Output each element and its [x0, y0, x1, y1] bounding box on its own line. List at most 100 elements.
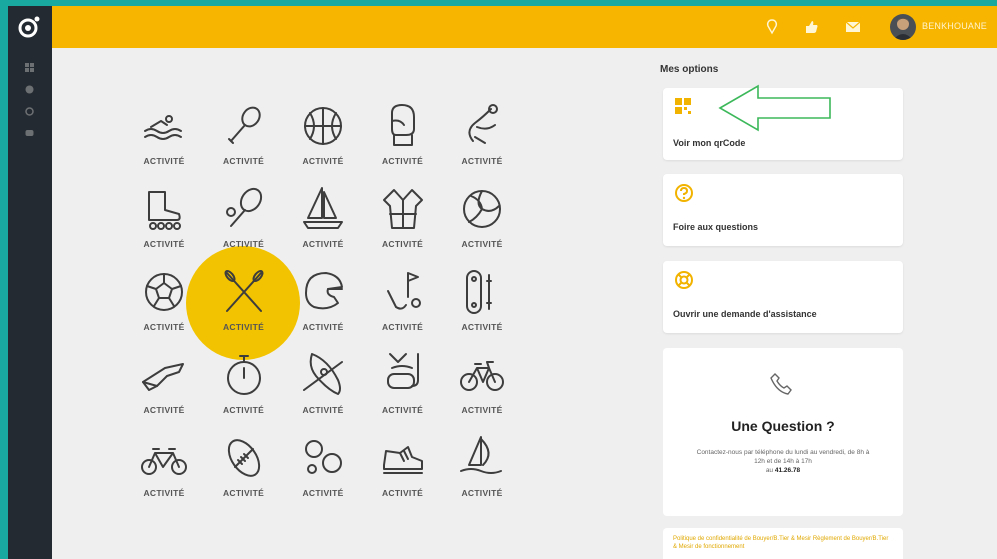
activity-label: ACTIVITÉ: [381, 488, 424, 498]
activity-tile[interactable]: ACTIVITÉ: [444, 350, 520, 428]
judo-icon: [382, 189, 423, 229]
activity-tile[interactable]: ACTIVITÉ: [126, 350, 202, 428]
activity-label: ACTIVITÉ: [381, 322, 424, 332]
activity-tile[interactable]: ACTIVITÉ: [285, 184, 361, 262]
activity-label: ACTIVITÉ: [381, 405, 424, 415]
activity-label: ACTIVITÉ: [461, 156, 503, 166]
qrcode-label: Voir mon qrCode: [673, 138, 746, 148]
activity-label: ACTIVITÉ: [143, 156, 185, 166]
question-text: Contactez-nous par téléphone du lundi au…: [693, 448, 873, 475]
question-icon: [675, 184, 693, 202]
activity-label: ACTIVITÉ: [222, 488, 265, 498]
question-card: Une Question ? Contactez-nous par téléph…: [663, 348, 903, 516]
soccer-ball-icon: [145, 273, 183, 311]
tennis-icon: [225, 187, 262, 227]
question-hours: Contactez-nous par téléphone du lundi au…: [696, 449, 870, 465]
activity-tile[interactable]: ACTIVITÉ: [365, 184, 441, 262]
bicycle-icon: [460, 361, 504, 391]
thumbs-up-icon[interactable]: [803, 18, 821, 36]
top-bar: BENKHOUANE: [52, 6, 997, 48]
activity-label: ACTIVITÉ: [302, 239, 344, 249]
activity-tile[interactable]: ACTIVITÉ: [365, 350, 441, 428]
assistance-icon: [675, 271, 693, 289]
activity-label: ACTIVITÉ: [143, 239, 185, 249]
climbing-icon: [468, 104, 498, 144]
golf-icon: [386, 272, 421, 310]
activity-label: ACTIVITÉ: [143, 322, 185, 332]
activity-label: ACTIVITÉ: [302, 156, 344, 166]
activity-label: ACTIVITÉ: [222, 322, 265, 332]
mail-icon[interactable]: [844, 18, 862, 36]
policy-card[interactable]: Politique de confidentialité de Bouyer/B…: [663, 528, 903, 559]
activity-tile[interactable]: ACTIVITÉ: [206, 267, 282, 345]
canoe-paddles-icon: [224, 270, 263, 312]
boxing-glove-icon: [390, 104, 415, 146]
activity-label: ACTIVITÉ: [143, 488, 185, 498]
activity-label: ACTIVITÉ: [222, 156, 265, 166]
activity-tile[interactable]: ACTIVITÉ: [365, 433, 441, 511]
activity-tile[interactable]: ACTIVITÉ: [285, 350, 361, 428]
sidebar: [8, 6, 52, 559]
phone-number[interactable]: 41.26.78: [775, 467, 800, 474]
faq-label: Foire aux questions: [673, 222, 759, 232]
activity-tile[interactable]: ACTIVITÉ: [444, 184, 520, 262]
activity-tile[interactable]: ACTIVITÉ: [126, 267, 202, 345]
activity-label: ACTIVITÉ: [302, 405, 344, 415]
activity-tile[interactable]: ACTIVITÉ: [206, 184, 282, 262]
activity-tile[interactable]: ACTIVITÉ: [444, 433, 520, 511]
app-frame: BENKHOUANE ACTIVITÉ ACTIVITÉ ACTIVITÉ ACTIV…: [8, 6, 997, 559]
activity-label: ACTIVITÉ: [302, 322, 344, 332]
activity-label: ACTIVITÉ: [461, 322, 503, 332]
sneaker-icon: [382, 446, 423, 474]
activity-label: ACTIVITÉ: [381, 239, 424, 249]
activity-label: ACTIVITÉ: [222, 239, 265, 249]
assistance-card[interactable]: Ouvrir une demande d'assistance: [663, 261, 903, 333]
activity-tile[interactable]: ACTIVITÉ: [206, 101, 282, 179]
rugby-ball-icon: [227, 439, 260, 477]
kayak-icon: [303, 353, 343, 395]
volleyball-icon: [463, 190, 501, 228]
roller-skate-icon: [148, 191, 181, 230]
policy-link[interactable]: Politique de confidentialité de Bouyer/B…: [673, 536, 888, 550]
activity-grid: ACTIVITÉ ACTIVITÉ ACTIVITÉ ACTIVITÉ ACTIVITÉ…: [126, 101, 526, 511]
tandem-bike-icon: [141, 448, 187, 475]
location-pin-icon[interactable]: [763, 18, 781, 36]
activity-tile[interactable]: ACTIVITÉ: [285, 267, 361, 345]
activity-tile[interactable]: ACTIVITÉ: [206, 433, 282, 511]
swimming-icon: [144, 115, 182, 140]
faq-card[interactable]: Foire aux questions: [663, 174, 903, 246]
petanque-icon: [305, 440, 342, 474]
activity-label: ACTIVITÉ: [461, 239, 503, 249]
app-logo-icon[interactable]: [16, 14, 42, 40]
activity-tile[interactable]: ACTIVITÉ: [444, 267, 520, 345]
motocross-helmet-icon: [305, 272, 343, 310]
activity-tile[interactable]: ACTIVITÉ: [126, 184, 202, 262]
green-arrow-icon: [718, 84, 831, 132]
activity-tile[interactable]: ACTIVITÉ: [206, 350, 282, 428]
username[interactable]: BENKHOUANE: [922, 21, 987, 31]
activity-tile[interactable]: ACTIVITÉ: [285, 101, 361, 179]
activity-tile[interactable]: ACTIVITÉ: [126, 101, 202, 179]
activity-tile[interactable]: ACTIVITÉ: [126, 433, 202, 511]
activity-label: ACTIVITÉ: [302, 488, 344, 498]
avatar[interactable]: [890, 14, 916, 40]
activity-tile[interactable]: ACTIVITÉ: [365, 267, 441, 345]
globe-icon[interactable]: [25, 85, 34, 94]
basketball-icon: [304, 107, 342, 145]
question-title: Une Question ?: [731, 418, 835, 434]
qrcode-icon: [675, 98, 691, 114]
user-photo-icon: [893, 18, 913, 40]
activity-label: ACTIVITÉ: [461, 488, 503, 498]
activity-tile[interactable]: ACTIVITÉ: [285, 433, 361, 511]
location-icon[interactable]: [25, 107, 34, 116]
activity-label: ACTIVITÉ: [222, 405, 265, 415]
activity-tile[interactable]: ACTIVITÉ: [444, 101, 520, 179]
activity-tile[interactable]: ACTIVITÉ: [365, 101, 441, 179]
badminton-icon: [227, 106, 261, 144]
stopwatch-icon: [226, 355, 261, 395]
options-title: Mes options: [660, 64, 719, 75]
grid-icon[interactable]: [25, 63, 34, 72]
shooting-icon: [142, 363, 184, 391]
skateboard-icon: [466, 270, 492, 314]
chat-icon[interactable]: [25, 129, 34, 138]
